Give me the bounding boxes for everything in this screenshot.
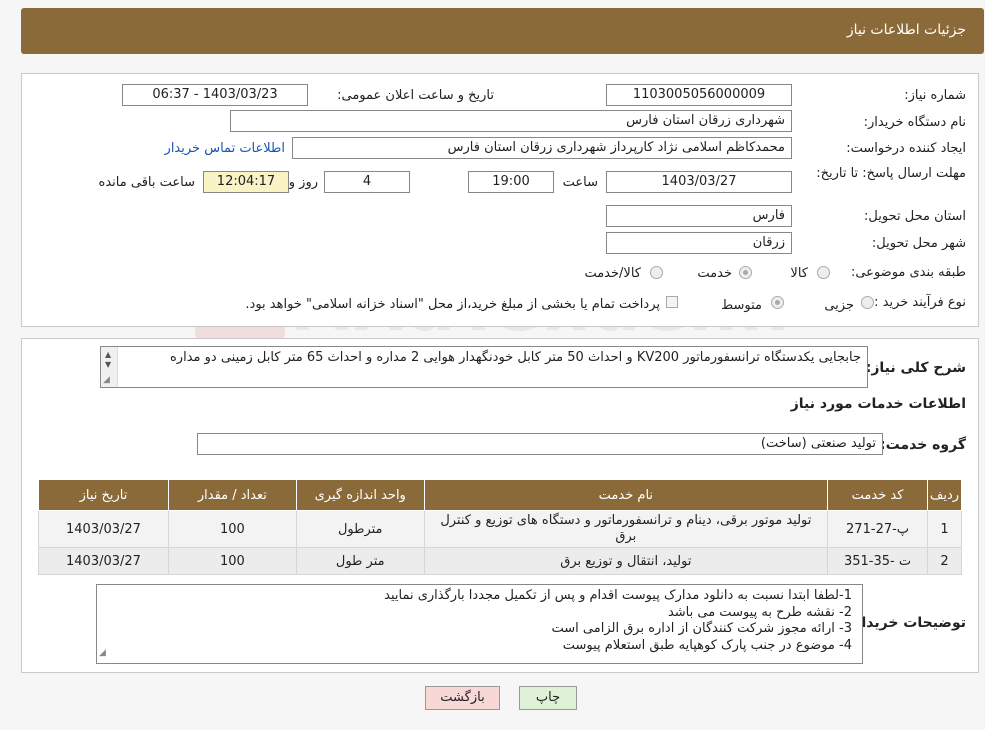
note-line: 2- نقشه طرح به پیوست می باشد — [667, 604, 852, 620]
category-label: طبقه بندی موضوعی: — [850, 265, 966, 280]
category-radio-goods-service[interactable] — [650, 266, 663, 279]
row-idx: 1 — [927, 510, 962, 548]
services-section-title: اطلاعات خدمات مورد نیاز — [790, 396, 966, 412]
note-line: 3- ارائه مجوز شرکت کنندگان از اداره برق … — [551, 621, 852, 636]
summary-text: جابجایی یکدستگاه ترانسفورماتور KV200 و ا… — [170, 350, 861, 365]
buyer-notes-textarea[interactable]: 1-لطفا ابتدا نسبت به دانلود مدارک پیوست … — [96, 584, 863, 664]
details-panel: شرح کلی نیاز: جابجایی یکدستگاه ترانسفورم… — [21, 338, 979, 673]
scroll-up-icon[interactable]: ▲ — [105, 350, 111, 359]
process-option-minor: جزیی — [824, 298, 854, 313]
print-button[interactable]: چاپ — [519, 686, 577, 710]
row-code: ت -35-351 — [827, 547, 929, 575]
treasury-payment-checkbox[interactable] — [666, 296, 678, 308]
category-option-goods: کالا — [790, 266, 808, 281]
process-option-medium: متوسط — [721, 298, 762, 313]
creator-field[interactable]: محمدکاظم اسلامی نژاد کارپرداز شهرداری زر… — [292, 137, 792, 159]
category-radio-service[interactable] — [739, 266, 752, 279]
row-unit: متر طول — [295, 547, 425, 575]
summary-label: شرح کلی نیاز: — [865, 360, 966, 376]
page-header: جزئیات اطلاعات نیاز — [21, 8, 984, 54]
scroll-down-icon[interactable]: ▼ — [105, 360, 111, 369]
row-unit: مترطول — [295, 510, 425, 548]
city-label: شهر محل تحویل: — [871, 236, 966, 251]
row-qty: 100 — [167, 510, 297, 548]
announce-field[interactable]: 1403/03/23 - 06:37 — [122, 84, 308, 106]
back-button[interactable]: بازگشت — [425, 686, 500, 710]
row-idx: 2 — [927, 547, 962, 575]
buyer-contact-link[interactable]: اطلاعات تماس خریدار — [165, 141, 285, 156]
note-line: 1-لطفا ابتدا نسبت به دانلود مدارک پیوست … — [384, 588, 852, 603]
col-unit: واحد اندازه گیری — [295, 479, 425, 511]
need-number-field[interactable]: 1103005056000009 — [606, 84, 792, 106]
category-option-goods-service: کالا/خدمت — [584, 266, 641, 281]
col-date: تاریخ نیاز — [38, 479, 169, 511]
col-qty: تعداد / مقدار — [167, 479, 297, 511]
service-group-field[interactable]: تولید صنعتی (ساخت) — [197, 433, 883, 455]
col-idx: ردیف — [927, 479, 962, 511]
process-radio-medium[interactable] — [771, 296, 784, 309]
days-label: روز و — [288, 175, 318, 190]
page-title: جزئیات اطلاعات نیاز — [846, 22, 966, 38]
category-radio-goods[interactable] — [817, 266, 830, 279]
buyer-notes-label: توضیحات خریدار: — [847, 615, 966, 631]
announce-label: تاریخ و ساعت اعلان عمومی: — [337, 88, 494, 103]
process-label: نوع فرآیند خرید : — [874, 295, 966, 310]
buyer-label: نام دستگاه خریدار: — [863, 115, 966, 130]
deadline-label: مهلت ارسال پاسخ: تا تاریخ: — [816, 166, 966, 181]
deadline-date-field[interactable]: 1403/03/27 — [606, 171, 792, 193]
province-field[interactable]: فارس — [606, 205, 792, 227]
row-date: 1403/03/27 — [38, 510, 169, 548]
summary-textarea[interactable]: جابجایی یکدستگاه ترانسفورماتور KV200 و ا… — [100, 346, 868, 388]
table-row[interactable]: 2 ت -35-351 تولید، انتقال و توزیع برق مت… — [38, 547, 962, 575]
province-label: استان محل تحویل: — [864, 209, 966, 224]
row-name: تولید، انتقال و توزیع برق — [423, 547, 829, 575]
time-remaining-label: ساعت باقی مانده — [98, 175, 195, 190]
note-line: 4- موضوع در جنب پارک کوهپایه طبق استعلام… — [562, 637, 852, 653]
resize-grip-icon[interactable]: ◢ — [103, 375, 110, 385]
col-code: کد خدمت — [827, 479, 929, 511]
row-name: تولید موتور برقی، دینام و ترانسفورماتور … — [423, 510, 829, 548]
services-table-header: ردیف کد خدمت نام خدمت واحد اندازه گیری ت… — [38, 479, 962, 511]
city-field[interactable]: زرقان — [606, 232, 792, 254]
deadline-time-field[interactable]: 19:00 — [468, 171, 554, 193]
row-qty: 100 — [167, 547, 297, 575]
days-remaining-field[interactable]: 4 — [324, 171, 410, 193]
row-code: پ-27-271 — [827, 510, 929, 548]
row-date: 1403/03/27 — [38, 547, 169, 575]
services-table: ردیف کد خدمت نام خدمت واحد اندازه گیری ت… — [38, 479, 962, 575]
buyer-field[interactable]: شهرداری زرقان استان فارس — [230, 110, 792, 132]
need-info-panel: شماره نیاز: 1103005056000009 تاریخ و ساع… — [21, 73, 979, 327]
creator-label: ایجاد کننده درخواست: — [846, 141, 966, 156]
payment-note: پرداخت تمام یا بخشی از مبلغ خرید،از محل … — [245, 297, 660, 312]
process-radio-minor[interactable] — [861, 296, 874, 309]
service-group-label: گروه خدمت: — [880, 437, 966, 453]
time-remaining-field[interactable]: 12:04:17 — [203, 171, 289, 193]
col-name: نام خدمت — [423, 479, 829, 511]
deadline-time-label: ساعت — [562, 175, 598, 190]
resize-grip-icon[interactable]: ◢ — [99, 645, 106, 662]
category-option-service: خدمت — [697, 266, 732, 281]
table-row[interactable]: 1 پ-27-271 تولید موتور برقی، دینام و ترا… — [38, 510, 962, 548]
need-number-label: شماره نیاز: — [904, 88, 966, 103]
